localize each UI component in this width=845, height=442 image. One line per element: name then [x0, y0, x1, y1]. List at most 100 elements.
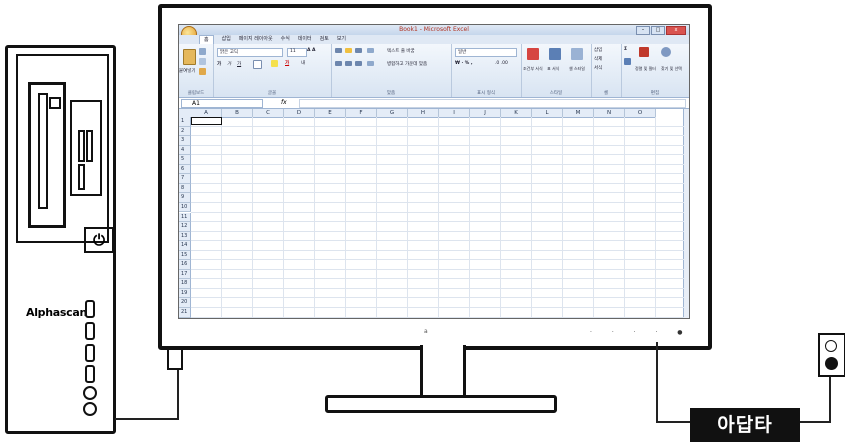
- sort-filter-icon[interactable]: [639, 47, 649, 57]
- format-painter-icon[interactable]: [199, 68, 206, 75]
- power-button[interactable]: ⏻: [84, 227, 114, 253]
- row-header[interactable]: 8: [179, 183, 191, 194]
- column-header[interactable]: E: [315, 109, 346, 118]
- row-header[interactable]: 2: [179, 126, 191, 137]
- tab-page-layout[interactable]: 페이지 레이아웃: [239, 35, 273, 44]
- eject-button[interactable]: [49, 97, 61, 109]
- delete-cells-button[interactable]: 삭제: [594, 56, 602, 62]
- bold-icon[interactable]: 가: [217, 61, 221, 67]
- column-header[interactable]: D: [284, 109, 315, 118]
- align-center-icon[interactable]: [345, 61, 352, 66]
- fill-icon[interactable]: [624, 58, 631, 65]
- tab-view[interactable]: 보기: [337, 35, 346, 44]
- row-header[interactable]: 11: [179, 212, 191, 223]
- insert-function-icon[interactable]: fx: [281, 98, 287, 108]
- orientation-icon[interactable]: [367, 48, 374, 53]
- find-select-icon[interactable]: [661, 47, 671, 57]
- currency-icon[interactable]: ₩ · % ,: [455, 61, 473, 66]
- tab-review[interactable]: 검토: [320, 35, 329, 44]
- column-header[interactable]: G: [377, 109, 408, 118]
- insert-cells-button[interactable]: 삽입: [594, 47, 602, 53]
- power-cable: [656, 342, 658, 422]
- column-header[interactable]: I: [439, 109, 470, 118]
- grow-font-icon[interactable]: A A: [307, 48, 316, 53]
- autosum-icon[interactable]: Σ: [624, 47, 627, 52]
- column-header[interactable]: N: [594, 109, 625, 118]
- editing-group: Σ 정렬 및 필터 찾기 및 선택 편집: [621, 44, 689, 97]
- row-header[interactable]: 13: [179, 231, 191, 242]
- grid-line: [191, 211, 684, 213]
- column-header[interactable]: L: [532, 109, 563, 118]
- tab-formulas[interactable]: 수식: [281, 35, 290, 44]
- row-header[interactable]: 17: [179, 269, 191, 280]
- copy-icon[interactable]: [199, 58, 206, 65]
- decimal-icon[interactable]: .0 .00: [495, 61, 508, 66]
- conditional-format-icon[interactable]: [527, 48, 539, 60]
- font-color-icon[interactable]: 가: [285, 60, 289, 66]
- column-header[interactable]: B: [222, 109, 253, 118]
- row-header[interactable]: 19: [179, 288, 191, 299]
- brand-logo: Alphascan: [26, 306, 88, 319]
- underline-icon[interactable]: 가: [237, 61, 241, 67]
- fill-color-icon[interactable]: [271, 60, 278, 67]
- wrap-text-button[interactable]: 텍스트 줄 바꿈: [387, 48, 415, 54]
- usb-port: [85, 365, 95, 383]
- grid-line: [191, 173, 684, 175]
- align-top-icon[interactable]: [335, 48, 342, 53]
- phonetic-icon[interactable]: 내: [301, 60, 305, 66]
- row-header[interactable]: 15: [179, 250, 191, 261]
- cell-styles-icon[interactable]: [571, 48, 583, 60]
- row-header[interactable]: 7: [179, 174, 191, 184]
- name-box[interactable]: A1: [181, 99, 263, 108]
- align-middle-icon[interactable]: [345, 48, 352, 53]
- align-right-icon[interactable]: [355, 61, 362, 66]
- indent-icon[interactable]: [367, 61, 374, 66]
- row-header[interactable]: 14: [179, 241, 191, 251]
- row-header[interactable]: 6: [179, 164, 191, 175]
- cut-icon[interactable]: [199, 48, 206, 55]
- align-bottom-icon[interactable]: [355, 48, 362, 53]
- tab-home[interactable]: 홈: [199, 35, 214, 44]
- row-header[interactable]: 16: [179, 260, 191, 270]
- row-header[interactable]: 20: [179, 298, 191, 308]
- paste-icon[interactable]: [183, 49, 196, 65]
- grid-line: [191, 192, 684, 194]
- tab-data[interactable]: 데이터: [298, 35, 312, 44]
- format-cells-button[interactable]: 서식: [594, 65, 602, 71]
- row-header[interactable]: 4: [179, 145, 191, 156]
- grid-line: [191, 278, 684, 280]
- row-header[interactable]: 1: [179, 117, 191, 127]
- formula-input[interactable]: [299, 99, 686, 108]
- number-format-select[interactable]: 일반: [455, 48, 517, 57]
- format-table-icon[interactable]: [549, 48, 561, 60]
- spreadsheet-grid[interactable]: A B C D E F G H I J K L M N O 1 2 3 4 5 6 7 8 9 10 11 12 13 14 15 16 17…: [179, 109, 689, 318]
- row-header[interactable]: 12: [179, 222, 191, 232]
- font-size-select[interactable]: 11: [287, 48, 307, 57]
- maximize-button[interactable]: □: [651, 26, 665, 35]
- tab-insert[interactable]: 삽입: [222, 35, 231, 44]
- monitor-buttons[interactable]: · · · · ●: [590, 329, 692, 336]
- column-header[interactable]: C: [253, 109, 284, 118]
- selected-cell[interactable]: [191, 117, 222, 125]
- column-header[interactable]: K: [501, 109, 532, 118]
- align-left-icon[interactable]: [335, 61, 342, 66]
- row-header[interactable]: 18: [179, 279, 191, 289]
- minimize-button[interactable]: –: [636, 26, 650, 35]
- column-header[interactable]: H: [408, 109, 439, 118]
- border-icon[interactable]: [253, 60, 262, 69]
- row-header[interactable]: 5: [179, 155, 191, 165]
- column-header[interactable]: F: [346, 109, 377, 118]
- row-header[interactable]: 21: [179, 308, 191, 318]
- column-header[interactable]: O: [625, 109, 656, 118]
- column-header[interactable]: J: [470, 109, 501, 118]
- italic-icon[interactable]: 가: [227, 61, 231, 67]
- close-button[interactable]: x: [666, 26, 686, 35]
- row-header[interactable]: 10: [179, 202, 191, 213]
- row-header[interactable]: 3: [179, 136, 191, 146]
- row-header[interactable]: 9: [179, 193, 191, 203]
- card-slot: [78, 130, 85, 162]
- vertical-scrollbar[interactable]: [683, 109, 689, 318]
- merge-center-button[interactable]: 병합하고 가운데 맞춤: [387, 61, 427, 67]
- column-header[interactable]: M: [563, 109, 594, 118]
- font-name-select[interactable]: 맑은 고딕: [217, 48, 283, 57]
